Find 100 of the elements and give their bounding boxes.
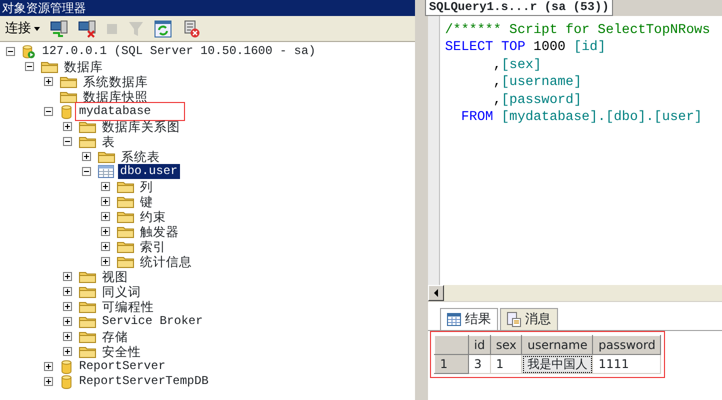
tree-item[interactable]: 索引 [138,239,168,254]
expand-toggle[interactable] [63,272,72,281]
tree-item[interactable]: 约束 [138,209,168,224]
expand-toggle[interactable] [101,182,110,191]
folder-icon [79,315,96,328]
row-header[interactable]: 1 [434,354,468,374]
folder-icon [79,135,96,148]
caret-icon [34,26,40,30]
folder-icon [117,255,134,268]
tree-item[interactable]: dbo.user [118,164,180,179]
result-tab[interactable]: 消息 [500,308,558,330]
expand-toggle[interactable] [101,212,110,221]
database-icon [60,374,73,388]
expand-toggle[interactable] [101,197,110,206]
code-token: [id] [574,39,606,58]
expand-toggle[interactable] [63,347,72,356]
expand-toggle[interactable] [101,227,110,236]
tree-item[interactable]: 系统表 [119,149,162,164]
editor-tab[interactable]: SQLQuery1.s...r (sa (53)) [425,0,613,16]
collapse-toggle[interactable] [44,107,53,116]
expand-toggle[interactable] [63,317,72,326]
expand-toggle[interactable] [63,122,72,131]
tree-item[interactable]: 统计信息 [138,254,194,269]
code-token: [sex] [501,56,542,75]
horizontal-scrollbar[interactable] [428,284,722,300]
code-token: 1000 [533,39,567,58]
collapse-toggle[interactable] [25,62,34,71]
tree-item[interactable]: Service Broker [100,314,205,329]
folder-icon [79,120,96,133]
folder-icon [60,75,77,88]
expand-toggle[interactable] [101,257,110,266]
result-tab[interactable]: 结果 [440,308,498,330]
expand-toggle[interactable] [44,362,53,371]
code-token: FROM [460,109,494,128]
code-token: SELECT TOP [445,39,526,58]
refresh-button[interactable] [153,18,173,38]
expand-toggle[interactable] [63,302,72,311]
collapse-toggle[interactable] [6,47,15,56]
refresh-icon [154,20,172,38]
column-header[interactable]: sex [490,336,522,354]
expand-toggle[interactable] [44,377,53,386]
tree-item[interactable]: 存储 [100,329,130,344]
folder-icon [117,240,134,253]
folder-icon [117,195,134,208]
database-icon [60,104,73,118]
connect-icon [50,20,68,38]
folder-icon [79,345,96,358]
message-icon [507,312,521,327]
folder-icon [98,150,115,163]
folder-icon [79,330,96,343]
expand-toggle[interactable] [101,242,110,251]
tree-item[interactable]: mydatabase [77,104,184,119]
tree-item[interactable]: 安全性 [100,344,143,359]
folder-icon [117,210,134,223]
script-stop-icon [182,20,200,38]
tree-item[interactable]: 同义词 [100,284,143,299]
collapse-toggle[interactable] [82,167,91,176]
scroll-left-button[interactable] [428,284,444,300]
expand-toggle[interactable] [63,332,72,341]
tree-item[interactable]: 数据库关系图 [100,119,182,134]
table-cell[interactable]: 1111 [592,354,661,374]
connect-button[interactable] [49,18,69,38]
grid-icon [447,312,461,326]
corner-cell [434,336,468,354]
expand-toggle[interactable] [82,152,91,161]
tree-item[interactable]: ReportServerTempDB [77,374,211,389]
left-arrow-icon [434,288,438,296]
expand-toggle[interactable] [44,77,53,86]
tree-item[interactable]: 表 [100,134,117,149]
tree-item[interactable]: ReportServer [77,359,168,374]
tree-item[interactable]: 可编程性 [100,299,156,314]
tree-item[interactable]: 列 [138,179,155,194]
collapse-toggle[interactable] [63,137,72,146]
server-icon [22,44,36,58]
connect-menu-button[interactable]: 连接 [4,18,41,40]
tree-item[interactable]: 数据库 [62,59,105,74]
table-cell[interactable]: 我是中国人 [522,354,593,374]
code-token: , [492,92,502,110]
column-header[interactable]: password [592,336,661,354]
expand-toggle[interactable] [63,287,72,296]
tree-item[interactable]: 触发器 [138,224,181,239]
column-header[interactable]: username [522,336,593,354]
disconnect-button[interactable] [77,18,97,38]
code-token: , [492,56,502,75]
folder-icon [79,300,96,313]
panel-title: 对象资源管理器 [2,1,86,16]
code-token: [password] [501,92,582,110]
code-token: [mydatabase].[dbo].[user] [501,109,702,128]
table-icon [98,165,114,178]
folder-icon [117,225,134,238]
tree-item[interactable]: 键 [138,194,155,209]
tree-item[interactable]: 系统数据库 [81,74,150,89]
code-token: [username] [501,74,582,92]
folder-icon [60,90,77,103]
folder-icon [79,270,96,283]
database-icon [60,360,73,374]
tree-item[interactable]: 127.0.0.1 (SQL Server 10.50.1600 - sa) [40,44,318,59]
column-header[interactable]: id [468,336,490,354]
tree-item[interactable]: 视图 [100,269,130,284]
table-cell[interactable]: 3 [468,354,490,374]
